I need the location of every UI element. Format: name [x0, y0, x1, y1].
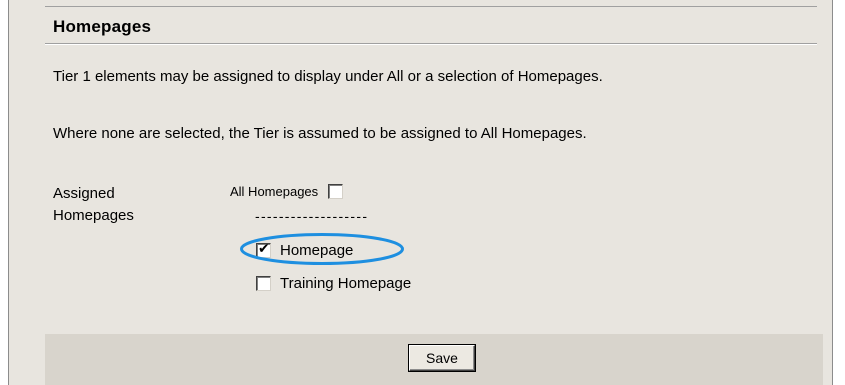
homepage-option-row: ✔ Homepage: [256, 239, 353, 261]
assigned-label-line-1: Assigned: [53, 185, 115, 202]
save-button[interactable]: Save: [409, 345, 475, 371]
section-title: Homepages: [53, 17, 152, 36]
options-separator: -------------------: [255, 208, 369, 224]
training-homepage-checkbox[interactable]: [256, 275, 271, 291]
description-line-2: Where none are selected, the Tier is ass…: [53, 125, 587, 142]
description-line-1: Tier 1 elements may be assigned to displ…: [53, 68, 603, 85]
all-homepages-row: All Homepages: [230, 181, 344, 201]
assigned-homepages-label: Assigned Homepages: [53, 183, 173, 227]
page: Homepages Tier 1 elements may be assigne…: [0, 0, 845, 385]
homepage-checkbox[interactable]: ✔: [256, 240, 271, 258]
top-divider: [45, 6, 817, 7]
training-homepage-option-label[interactable]: Training Homepage: [280, 275, 411, 292]
homepage-option-label[interactable]: Homepage: [280, 242, 353, 259]
all-homepages-label: All Homepages: [230, 183, 319, 199]
title-divider: [45, 43, 817, 45]
all-homepages-checkbox[interactable]: [328, 183, 344, 199]
homepages-panel: Homepages Tier 1 elements may be assigne…: [8, 0, 833, 385]
assigned-label-line-2: Homepages: [53, 207, 134, 224]
checkmark-icon: ✔: [258, 240, 270, 257]
training-homepage-option-row: Training Homepage: [256, 272, 411, 294]
